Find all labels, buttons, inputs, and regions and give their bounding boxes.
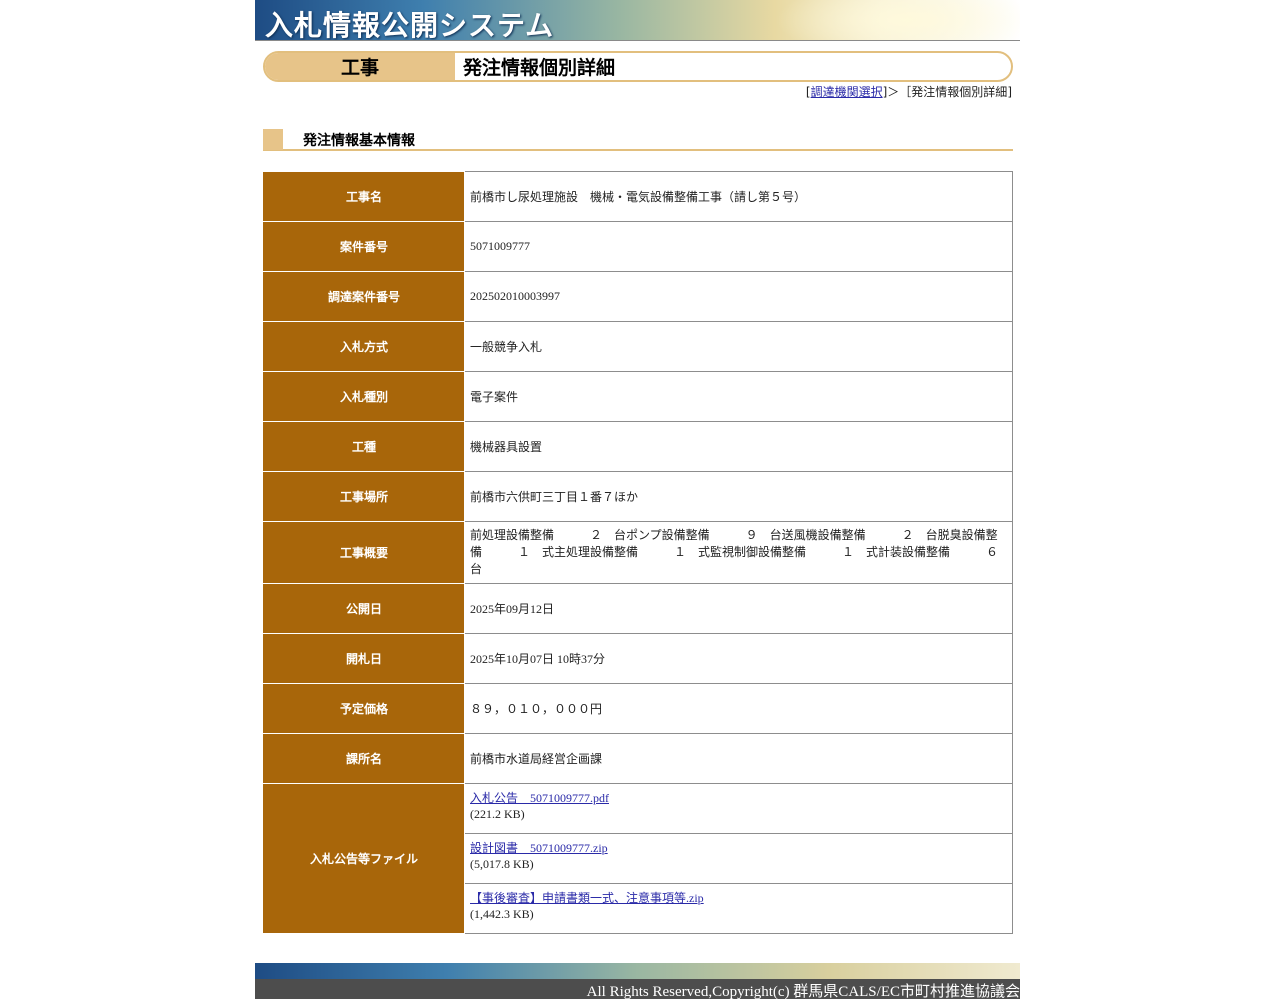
row-value-department: 前橋市水道局経営企画課 <box>464 733 1013 784</box>
file-link-application-documents[interactable]: 【事後審査】申請書類一式、注意事項等.zip <box>470 890 1007 906</box>
table-row: 開札日 2025年10月07日 10時37分 <box>263 633 1013 684</box>
table-row: 課所名 前橋市水道局経営企画課 <box>263 733 1013 784</box>
row-value-bid-method: 一般競争入札 <box>464 321 1013 372</box>
row-label-bid-method: 入札方式 <box>263 321 465 372</box>
file-link-design-documents[interactable]: 設計図書 5071009777.zip <box>470 840 1007 856</box>
table-row: 入札種別 電子案件 <box>263 371 1013 422</box>
table-row: 公開日 2025年09月12日 <box>263 583 1013 634</box>
table-row: 工事名 前橋市し尿処理施設 機械・電気設備整備工事（請し第５号） <box>263 171 1013 222</box>
file-size: (5,017.8 KB) <box>470 857 534 871</box>
table-row: 案件番号 5071009777 <box>263 221 1013 272</box>
breadcrumb-separator: ]＞［ <box>882 85 912 99</box>
file-item: 設計図書 5071009777.zip (5,017.8 KB) <box>464 833 1013 884</box>
system-title: 入札情報公開システム <box>265 9 555 41</box>
row-label-case-number: 案件番号 <box>263 221 465 272</box>
table-row: 入札方式 一般競争入札 <box>263 321 1013 372</box>
file-item: 【事後審査】申請書類一式、注意事項等.zip (1,442.3 KB) <box>464 883 1013 934</box>
row-value-publish-date: 2025年09月12日 <box>464 583 1013 634</box>
file-size: (221.2 KB) <box>470 807 525 821</box>
table-row: 予定価格 ８９，０１０，０００円 <box>263 683 1013 734</box>
row-label-publish-date: 公開日 <box>263 583 465 634</box>
section-heading: 発注情報基本情報 <box>263 129 1013 151</box>
row-value-project-name: 前橋市し尿処理施設 機械・電気設備整備工事（請し第５号） <box>464 171 1013 222</box>
row-label-department: 課所名 <box>263 733 465 784</box>
header-banner: 入札情報公開システム <box>255 0 1020 41</box>
banner-light-decoration <box>775 0 1020 40</box>
copyright-text: All Rights Reserved,Copyright(c) 群馬県CALS… <box>586 984 1020 999</box>
breadcrumb-current: 発注情報個別詳細 <box>911 85 1008 99</box>
table-row: 工事概要 前処理設備整備 ２ 台ポンプ設備整備 ９ 台送風機設備整備 ２ 台脱臭… <box>263 521 1013 584</box>
file-item: 入札公告 5071009777.pdf (221.2 KB) <box>464 783 1013 834</box>
footer-decoration-strip <box>255 963 1020 979</box>
page-title: 発注情報個別詳細 <box>463 57 616 79</box>
row-value-work-type: 機械器具設置 <box>464 421 1013 472</box>
row-label-location: 工事場所 <box>263 471 465 522</box>
row-label-bid-type: 入札種別 <box>263 371 465 422</box>
row-label-planned-price: 予定価格 <box>263 683 465 734</box>
table-row: 入札公告等ファイル 入札公告 5071009777.pdf (221.2 KB) <box>263 783 1013 934</box>
row-label-files: 入札公告等ファイル <box>263 783 465 934</box>
table-row: 調達案件番号 202502010003997 <box>263 271 1013 322</box>
table-row: 工事場所 前橋市六供町三丁目１番７ほか <box>263 471 1013 522</box>
section-marker <box>263 129 283 150</box>
row-label-procurement-number: 調達案件番号 <box>263 271 465 322</box>
row-value-overview: 前処理設備整備 ２ 台ポンプ設備整備 ９ 台送風機設備整備 ２ 台脱臭設備整備 … <box>464 521 1013 584</box>
row-label-work-type: 工種 <box>263 421 465 472</box>
breadcrumb-close: ] <box>1007 85 1012 99</box>
row-value-opening-date: 2025年10月07日 10時37分 <box>464 633 1013 684</box>
page-title-bar: 工事 発注情報個別詳細 <box>263 51 1013 82</box>
row-value-planned-price: ８９，０１０，０００円 <box>464 683 1013 734</box>
row-label-overview: 工事概要 <box>263 521 465 584</box>
footer: All Rights Reserved,Copyright(c) 群馬県CALS… <box>255 963 1020 999</box>
breadcrumb-link-agency-select[interactable]: 調達機関選択 <box>811 85 883 99</box>
row-label-opening-date: 開札日 <box>263 633 465 684</box>
row-value-location: 前橋市六供町三丁目１番７ほか <box>464 471 1013 522</box>
row-label-project-name: 工事名 <box>263 171 465 222</box>
file-size: (1,442.3 KB) <box>470 907 534 921</box>
row-value-bid-type: 電子案件 <box>464 371 1013 422</box>
category-label: 工事 <box>265 53 455 80</box>
row-value-procurement-number: 202502010003997 <box>464 271 1013 322</box>
breadcrumb: [調達機関選択]＞［発注情報個別詳細] <box>806 83 1012 100</box>
table-row: 工種 機械器具設置 <box>263 421 1013 472</box>
section-title: 発注情報基本情報 <box>303 133 415 149</box>
order-detail-table: 工事名 前橋市し尿処理施設 機械・電気設備整備工事（請し第５号） 案件番号 50… <box>263 171 1013 934</box>
row-value-case-number: 5071009777 <box>464 221 1013 272</box>
file-link-bid-notice[interactable]: 入札公告 5071009777.pdf <box>470 790 1007 806</box>
